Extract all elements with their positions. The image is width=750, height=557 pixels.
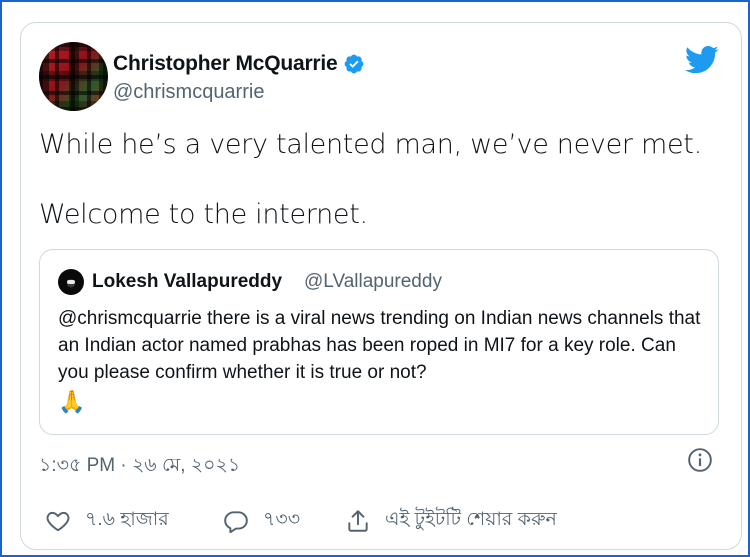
quoted-text-body: @chrismcquarrie there is a viral news tr…: [58, 308, 701, 383]
verified-badge-icon: [344, 54, 364, 74]
tweet-card[interactable]: Christopher McQuarrie @chrismcquarrie Wh…: [20, 22, 742, 550]
reply-count: ৭৩৩: [263, 509, 301, 530]
tweet-timestamp[interactable]: ১:৩৫ PM · ২৬ মে, ২০২১: [39, 451, 240, 483]
quoted-author-avatar: [58, 269, 84, 295]
quoted-tweet-text: @chrismcquarrie there is a viral news tr…: [58, 305, 706, 417]
tweet-text: While he’s a very talented man, we’ve ne…: [39, 127, 719, 232]
share-button[interactable]: এই টুইটটি শেয়ার করুন: [345, 505, 557, 537]
info-icon[interactable]: [687, 447, 713, 473]
like-count: ৭.৬ হাজার: [85, 509, 169, 530]
like-button[interactable]: ৭.৬ হাজার: [45, 505, 169, 537]
tweet-actions-bar: ৭.৬ হাজার ৭৩৩ এই টুইটটি শেয়ার করুন: [39, 505, 729, 535]
quoted-author-name: Lokesh Vallapureddy: [92, 271, 283, 292]
share-label: এই টুইটটি শেয়ার করুন: [385, 509, 557, 530]
reply-button[interactable]: ৭৩৩: [223, 505, 300, 537]
tweet-text-line1: While he’s a very talented man, we’ve ne…: [39, 129, 702, 160]
screenshot-frame: Christopher McQuarrie @chrismcquarrie Wh…: [0, 0, 750, 557]
folded-hands-emoji: 🙏: [58, 389, 86, 414]
author-handle[interactable]: @chrismcquarrie: [113, 81, 264, 104]
quoted-author-handle: @LVallapureddy: [304, 271, 442, 292]
author-name[interactable]: Christopher McQuarrie: [113, 52, 338, 76]
tweet-text-line2: Welcome to the internet.: [39, 199, 368, 230]
heart-icon: [46, 511, 70, 532]
reply-bubble-icon: [224, 511, 248, 534]
twitter-bird-icon[interactable]: [685, 45, 719, 75]
quoted-tweet[interactable]: Lokesh Vallapureddy @LVallapureddy @chri…: [39, 249, 719, 435]
author-avatar[interactable]: [39, 42, 108, 111]
share-upload-icon: [348, 510, 368, 532]
